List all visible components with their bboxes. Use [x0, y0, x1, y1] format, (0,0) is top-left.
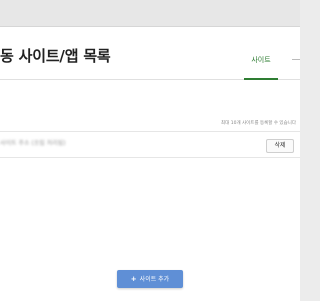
page-title: 동 사이트/앱 목록 — [0, 47, 111, 65]
list-item: 사이트 주소 (흐림 처리됨) 삭제 — [0, 131, 300, 158]
header: 동 사이트/앱 목록 사이트 — [0, 27, 300, 80]
site-name-blurred: 사이트 주소 (흐림 처리됨) — [0, 140, 66, 147]
delete-button[interactable]: 삭제 — [266, 139, 294, 153]
site-limit-note: 최대 10개 사이트를 등록할 수 있습니다 — [221, 121, 296, 126]
tab-next-partial[interactable] — [292, 59, 300, 60]
add-site-button[interactable]: + 사이트 추가 — [117, 270, 183, 288]
tab-site[interactable]: 사이트 — [244, 55, 278, 80]
window-top-bar — [0, 0, 300, 26]
main-panel: 동 사이트/앱 목록 사이트 최대 10개 사이트를 등록할 수 있습니다 사이… — [0, 26, 300, 301]
add-site-label: 사이트 추가 — [139, 276, 170, 283]
plus-icon: + — [130, 275, 137, 283]
